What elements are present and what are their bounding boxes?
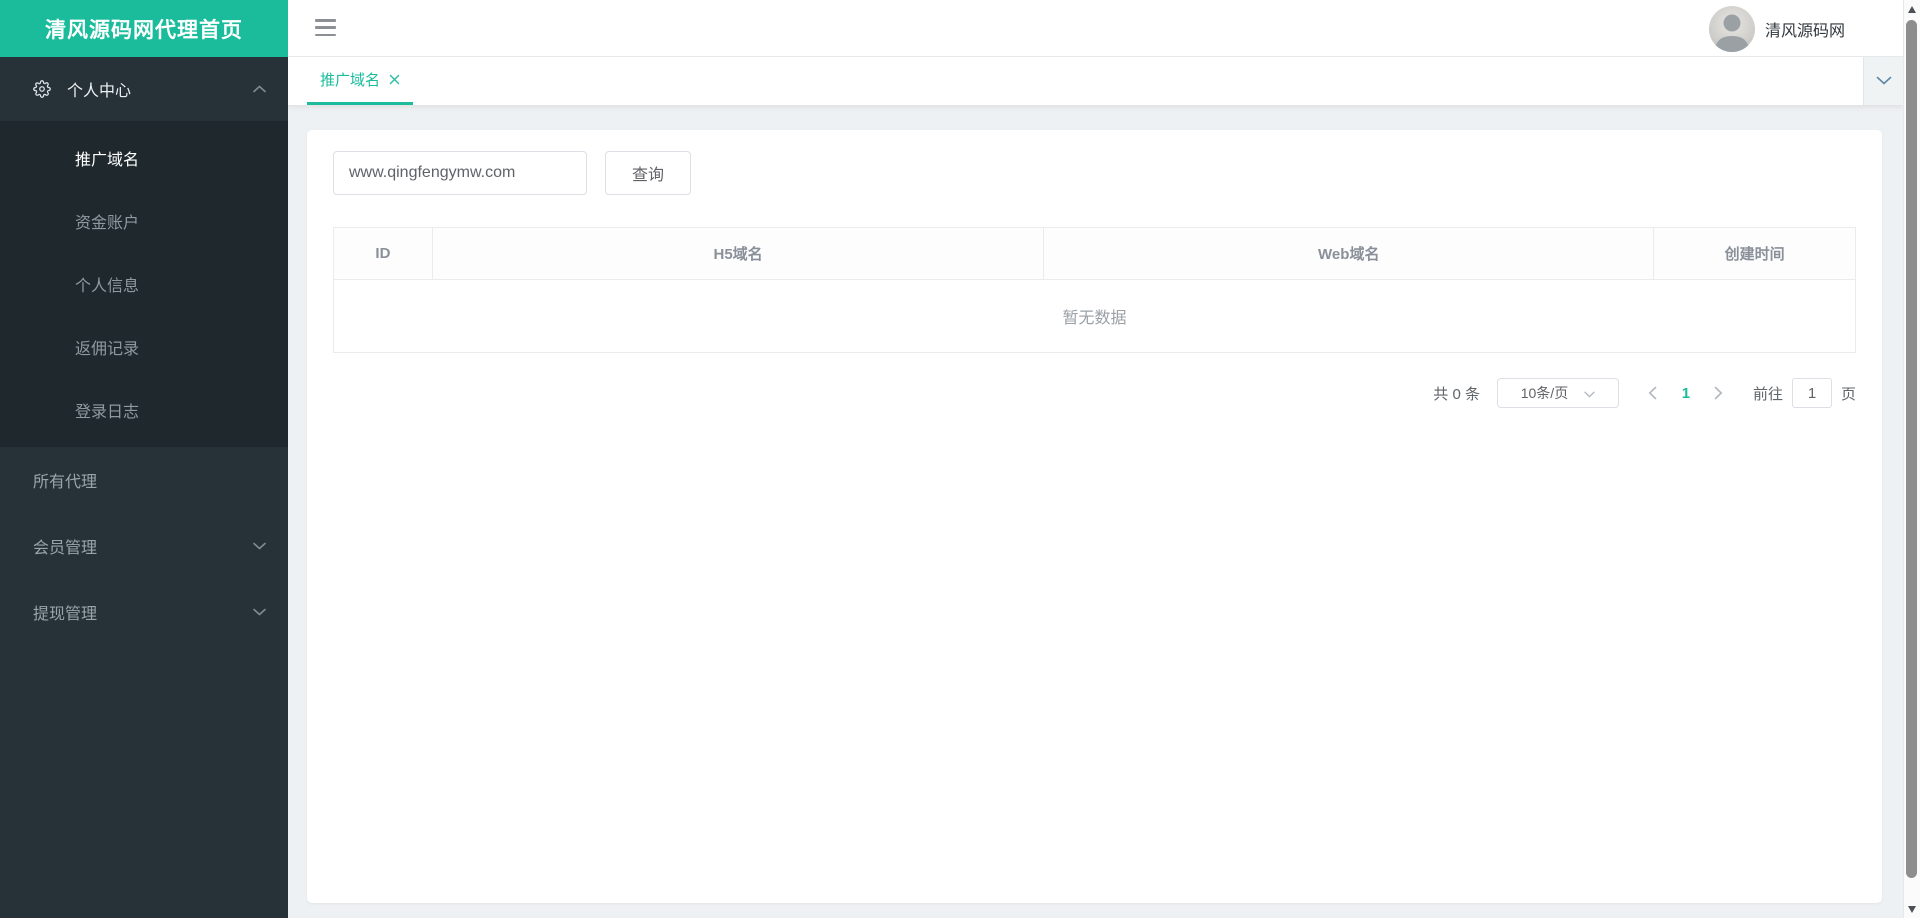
column-header-h5-domain: H5域名 [432,228,1045,280]
query-button[interactable]: 查询 [605,151,691,195]
browser-scrollbar[interactable] [1903,0,1920,918]
sidebar: 清风源码网代理首页 个人中心 推广域名 资金账户 个人信息 返佣记录 登录日志 [0,0,288,918]
sidebar-group-personal-center[interactable]: 个人中心 [0,57,288,121]
page-size-value: 10条/页 [1520,385,1569,401]
column-header-created-time: 创建时间 [1654,228,1855,280]
sidebar-item-member-management[interactable]: 会员管理 [0,513,288,579]
sidebar-submenu: 推广域名 资金账户 个人信息 返佣记录 登录日志 [0,121,288,447]
chevron-down-icon [253,608,266,616]
empty-data-text: 暂无数据 [334,280,1855,352]
pagination: 共 0 条 10条/页 1 前往 页 [333,378,1856,408]
column-header-id: ID [334,228,433,280]
page-size-select[interactable]: 10条/页 [1496,378,1619,408]
next-page-button[interactable] [1701,386,1737,400]
tab-label: 推广域名 [320,72,381,89]
submenu-label: 资金账户 [75,214,140,232]
chevron-down-icon [1584,385,1595,401]
menu-label: 所有代理 [33,474,98,491]
gear-icon [33,80,51,98]
menu-label: 会员管理 [33,540,98,557]
sidebar-item-rebate-records[interactable]: 返佣记录 [0,315,288,378]
sidebar-item-promotion-domain[interactable]: 推广域名 [0,126,288,189]
table-header-row: ID H5域名 Web域名 创建时间 [334,228,1855,280]
avatar [1708,5,1755,52]
submenu-label: 推广域名 [75,151,140,169]
column-header-web-domain: Web域名 [1044,228,1655,280]
submenu-label: 个人信息 [75,277,140,295]
tab-promotion-domain[interactable]: 推广域名 [307,57,414,105]
sidebar-item-personal-info[interactable]: 个人信息 [0,252,288,315]
main-content: 查询 ID H5域名 Web域名 创建时间 暂无数据 共 0 条 10条/页 [288,106,1903,918]
prev-page-button[interactable] [1635,386,1671,400]
chevron-down-icon [1876,72,1892,90]
search-toolbar: 查询 [333,151,1856,195]
domain-search-input[interactable] [333,151,587,195]
tabbar: 推广域名 [288,57,1903,106]
goto-label: 前往 [1752,385,1783,403]
sidebar-item-all-agents[interactable]: 所有代理 [0,447,288,513]
hamburger-menu-icon[interactable] [315,17,336,38]
goto-page-input[interactable] [1791,378,1832,408]
content-card: 查询 ID H5域名 Web域名 创建时间 暂无数据 共 0 条 10条/页 [307,130,1882,903]
top-header: 清风源码网 [288,0,1903,57]
sidebar-group-label: 个人中心 [67,83,132,100]
username: 清风源码网 [1764,22,1845,40]
chevron-up-icon [253,85,266,93]
domains-table: ID H5域名 Web域名 创建时间 暂无数据 [333,227,1856,353]
submenu-label: 返佣记录 [75,340,140,358]
scrollbar-down-arrow-icon[interactable] [1908,906,1916,913]
chevron-down-icon [253,542,266,550]
scrollbar-up-arrow-icon[interactable] [1908,6,1916,13]
empty-row: 暂无数据 [334,280,1855,352]
sidebar-item-funds-account[interactable]: 资金账户 [0,189,288,252]
sidebar-item-withdrawal-management[interactable]: 提现管理 [0,579,288,645]
scrollbar-thumb[interactable] [1906,20,1917,878]
tab-options-button[interactable] [1863,57,1903,105]
tab-close-icon[interactable] [389,74,400,85]
page-unit-label: 页 [1840,385,1856,403]
user-menu[interactable]: 清风源码网 [1708,4,1845,53]
current-page-number[interactable]: 1 [1671,385,1701,402]
app-logo-title: 清风源码网代理首页 [0,0,288,57]
total-count-label: 共 0 条 [1433,385,1480,403]
menu-label: 提现管理 [33,606,98,623]
sidebar-item-login-logs[interactable]: 登录日志 [0,378,288,441]
submenu-label: 登录日志 [75,403,140,421]
